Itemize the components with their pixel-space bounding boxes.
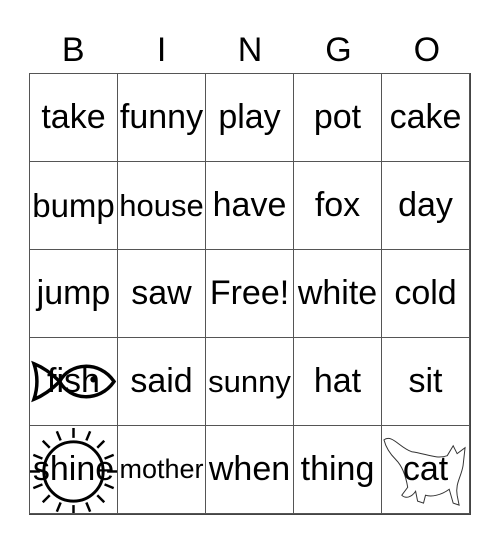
header-letter: N [237,31,263,69]
cell-word: fish [47,362,100,400]
cell-word: funny [119,98,204,136]
bingo-cell[interactable]: funny [117,73,206,162]
bingo-cell[interactable]: pot [293,73,382,162]
cell-word: cold [394,274,457,312]
cell-word: cat [402,450,449,488]
bingo-cell[interactable]: Free! [205,249,294,338]
bingo-cell[interactable]: play [205,73,294,162]
cell-word: said [130,362,193,400]
bingo-cell[interactable]: cake [381,73,470,162]
cell-word: when [208,450,291,488]
bingo-cell[interactable]: jump [29,249,118,338]
bingo-cell[interactable]: saw [117,249,206,338]
bingo-cell[interactable]: sunny [205,337,294,426]
bingo-header: B I N G O [29,28,471,72]
bingo-cell[interactable]: take [29,73,118,162]
bingo-cell[interactable]: have [205,161,294,250]
cell-word: bump [32,186,115,224]
cell-word: hat [313,362,362,400]
cell-word: play [218,98,281,136]
bingo-cell[interactable]: sit [381,337,470,426]
cell-word: have [212,186,287,224]
bingo-cell[interactable]: mother [117,425,206,514]
bingo-cell[interactable]: said [117,337,206,426]
bingo-cell[interactable]: when [205,425,294,514]
cell-word: day [398,186,453,224]
cell-word: white [297,274,378,312]
cell-word: saw [131,274,192,312]
header-letter: I [156,31,167,69]
bingo-cell[interactable]: fish [29,337,118,426]
cell-word: mother [119,454,204,484]
cell-word: take [41,98,106,136]
cell-word: house [119,187,204,223]
bingo-cell[interactable]: cold [381,249,470,338]
bingo-cell[interactable]: day [381,161,470,250]
bingo-cell[interactable]: hat [293,337,382,426]
header-letter: G [325,31,352,69]
cell-word: shine [32,450,115,488]
bingo-cell[interactable]: shine [29,425,118,514]
cell-word: jump [36,274,111,312]
header-letter: O [413,31,441,69]
header-letter: B [61,31,85,69]
cell-word: sunny [208,363,291,399]
bingo-cell[interactable]: white [293,249,382,338]
cell-word: cake [389,98,462,136]
cell-word: fox [314,186,361,224]
bingo-cell[interactable]: bump [29,161,118,250]
cell-word: sit [408,362,443,400]
bingo-cell[interactable]: cat [381,425,470,514]
bingo-cell[interactable]: house [117,161,206,250]
cell-word: Free! [209,274,290,312]
bingo-cell[interactable]: fox [293,161,382,250]
cell-word: pot [313,98,362,136]
bingo-cell[interactable]: thing [293,425,382,514]
bingo-grid: take funny play pot cake bump house have fox day j… [29,73,471,515]
cell-word: thing [300,450,375,488]
